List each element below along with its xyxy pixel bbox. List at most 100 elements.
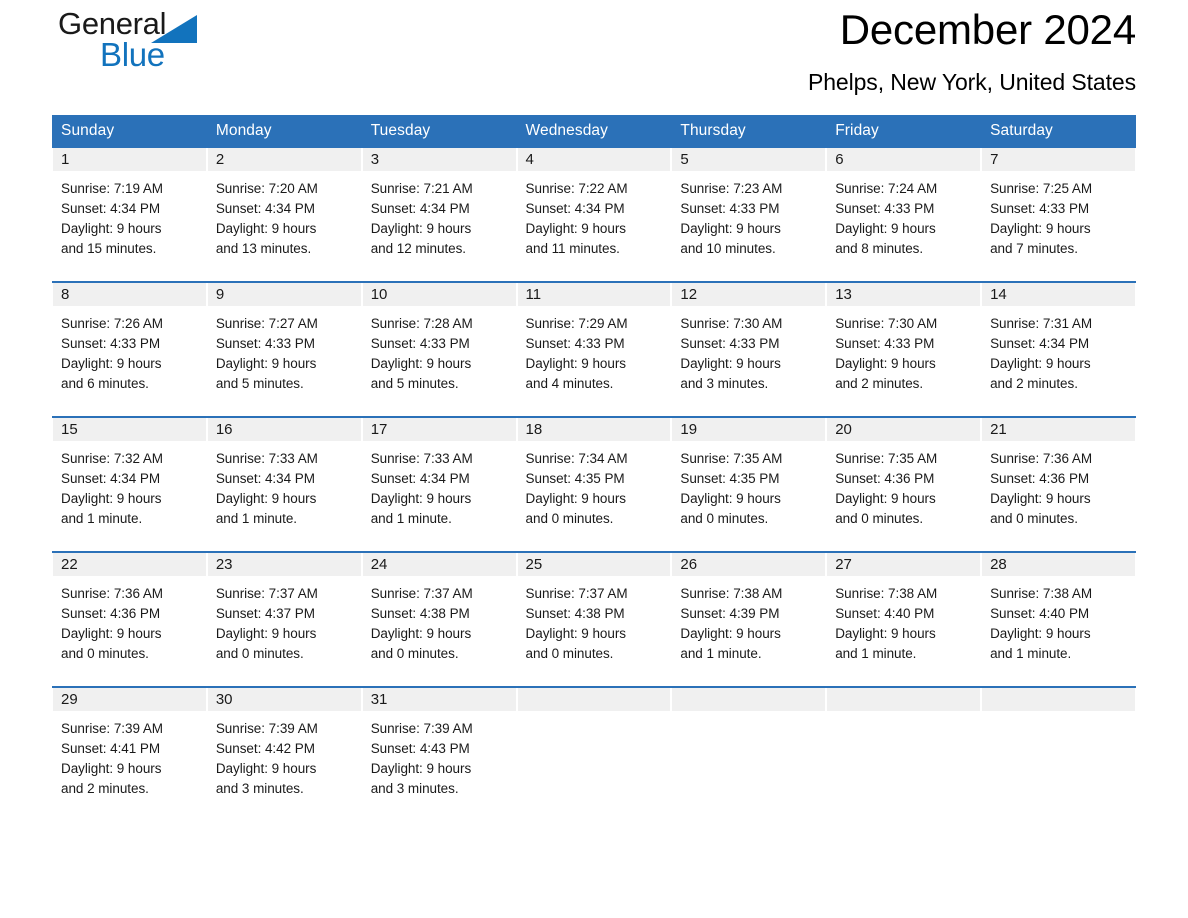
calendar-day-cell[interactable]: 27 Sunrise: 7:38 AM Sunset: 4:40 PM Dayligh… xyxy=(826,551,982,687)
sunrise-time: Sunrise: 7:38 AM xyxy=(680,586,783,601)
sunrise-time: Sunrise: 7:31 AM xyxy=(990,316,1093,331)
calendar-day-cell[interactable]: 24 Sunrise: 7:37 AM Sunset: 4:38 PM Dayligh… xyxy=(361,551,517,687)
day-number: 12 xyxy=(680,286,698,303)
column-separator xyxy=(981,148,983,171)
column-separator xyxy=(52,418,53,441)
calendar-day-cell[interactable]: 11 Sunrise: 7:29 AM Sunset: 4:33 PM Dayligh… xyxy=(516,281,672,417)
calendar-day-cell[interactable]: 22 Sunrise: 7:36 AM Sunset: 4:36 PM Dayligh… xyxy=(52,551,207,687)
daylight-duration-line-1: Daylight: 9 hours xyxy=(61,626,162,641)
daylight-duration-line-1: Daylight: 9 hours xyxy=(525,356,627,371)
calendar-day-cell[interactable]: 8 Sunrise: 7:26 AM Sunset: 4:33 PM Daylight… xyxy=(52,281,207,417)
calendar-cell-inner: 3 Sunrise: 7:21 AM Sunset: 4:34 PM Daylight… xyxy=(361,148,517,281)
calendar-cell-inner: 16 Sunrise: 7:33 AM Sunset: 4:34 PM Dayligh… xyxy=(206,418,362,551)
calendar-cell-empty xyxy=(671,686,827,821)
calendar-day-cell[interactable]: 15 Sunrise: 7:32 AM Sunset: 4:34 PM Dayligh… xyxy=(52,416,207,552)
day-details: Sunrise: 7:37 AM Sunset: 4:38 PM Daylight:… xyxy=(517,576,672,664)
day-details: Sunrise: 7:36 AM Sunset: 4:36 PM Daylight:… xyxy=(52,576,207,664)
calendar-day-cell[interactable]: 16 Sunrise: 7:33 AM Sunset: 4:34 PM Dayligh… xyxy=(206,416,362,552)
daylight-duration-line-2: and 0 minutes. xyxy=(835,511,924,526)
calendar-day-cell[interactable]: 25 Sunrise: 7:37 AM Sunset: 4:38 PM Dayligh… xyxy=(516,551,672,687)
calendar-day-cell[interactable]: 21 Sunrise: 7:36 AM Sunset: 4:36 PM Dayligh… xyxy=(981,416,1136,552)
calendar-day-cell[interactable]: 2 Sunrise: 7:20 AM Sunset: 4:34 PM Daylight… xyxy=(206,148,362,282)
day-number-strip: 12 xyxy=(671,283,827,306)
column-separator xyxy=(206,283,208,306)
sunrise-time: Sunrise: 7:25 AM xyxy=(990,181,1093,196)
calendar-cell-inner: 20 Sunrise: 7:35 AM Sunset: 4:36 PM Dayligh… xyxy=(826,418,982,551)
day-details: Sunrise: 7:39 AM Sunset: 4:41 PM Daylight:… xyxy=(52,711,207,799)
day-number-strip: 21 xyxy=(981,418,1136,441)
daylight-duration-line-1: Daylight: 9 hours xyxy=(990,626,1091,641)
general-blue-logo: General Blue xyxy=(52,7,212,79)
day-number-strip xyxy=(516,688,672,711)
title-block: December 2024 Phelps, New York, United S… xyxy=(808,0,1136,98)
calendar-day-cell[interactable]: 5 Sunrise: 7:23 AM Sunset: 4:33 PM Daylight… xyxy=(671,148,827,282)
sunrise-time: Sunrise: 7:37 AM xyxy=(525,586,628,601)
sunset-time: Sunset: 4:34 PM xyxy=(61,471,161,486)
calendar-cell-inner: 9 Sunrise: 7:27 AM Sunset: 4:33 PM Daylight… xyxy=(206,283,362,416)
daylight-duration-line-2: and 13 minutes. xyxy=(215,241,312,256)
sunrise-time: Sunrise: 7:35 AM xyxy=(835,451,938,466)
calendar-day-cell[interactable]: 17 Sunrise: 7:33 AM Sunset: 4:34 PM Dayligh… xyxy=(361,416,517,552)
day-number: 2 xyxy=(215,151,225,168)
calendar-day-cell[interactable]: 23 Sunrise: 7:37 AM Sunset: 4:37 PM Dayligh… xyxy=(206,551,362,687)
sunrise-time: Sunrise: 7:20 AM xyxy=(215,181,318,196)
calendar-day-cell[interactable]: 20 Sunrise: 7:35 AM Sunset: 4:36 PM Dayligh… xyxy=(826,416,982,552)
daylight-duration-line-1: Daylight: 9 hours xyxy=(525,491,627,506)
column-separator xyxy=(206,688,208,711)
day-details: Sunrise: 7:32 AM Sunset: 4:34 PM Daylight:… xyxy=(52,441,207,529)
calendar-day-cell[interactable]: 18 Sunrise: 7:34 AM Sunset: 4:35 PM Dayligh… xyxy=(516,416,672,552)
calendar-day-cell[interactable]: 7 Sunrise: 7:25 AM Sunset: 4:33 PM Daylight… xyxy=(981,148,1136,282)
calendar-day-cell[interactable]: 19 Sunrise: 7:35 AM Sunset: 4:35 PM Dayligh… xyxy=(671,416,827,552)
day-number: 23 xyxy=(215,556,233,573)
calendar-cell-inner: 11 Sunrise: 7:29 AM Sunset: 4:33 PM Dayligh… xyxy=(516,283,672,416)
calendar-cell-inner: 30 Sunrise: 7:39 AM Sunset: 4:42 PM Dayligh… xyxy=(206,688,362,821)
calendar-day-cell[interactable]: 28 Sunrise: 7:38 AM Sunset: 4:40 PM Dayligh… xyxy=(981,551,1136,687)
calendar-day-cell[interactable]: 14 Sunrise: 7:31 AM Sunset: 4:34 PM Dayligh… xyxy=(981,281,1136,417)
calendar-day-cell[interactable]: 3 Sunrise: 7:21 AM Sunset: 4:34 PM Daylight… xyxy=(361,148,517,282)
column-separator xyxy=(361,418,363,441)
day-details: Sunrise: 7:39 AM Sunset: 4:43 PM Daylight:… xyxy=(362,711,517,799)
day-number: 9 xyxy=(215,286,225,303)
day-number-strip: 4 xyxy=(516,148,672,171)
daylight-duration-line-1: Daylight: 9 hours xyxy=(61,356,162,371)
calendar-day-cell[interactable]: 6 Sunrise: 7:24 AM Sunset: 4:33 PM Daylight… xyxy=(826,148,982,282)
daylight-duration-line-2: and 6 minutes. xyxy=(61,376,149,391)
calendar-page: General Blue December 2024 Phelps, New Y… xyxy=(0,0,1188,918)
calendar-cell-inner: 18 Sunrise: 7:34 AM Sunset: 4:35 PM Dayligh… xyxy=(516,418,672,551)
column-separator xyxy=(361,553,363,576)
daylight-duration-line-2: and 3 minutes. xyxy=(215,781,304,796)
day-number: 20 xyxy=(835,421,852,438)
calendar-day-cell[interactable]: 30 Sunrise: 7:39 AM Sunset: 4:42 PM Dayligh… xyxy=(206,686,362,821)
calendar-day-cell[interactable]: 9 Sunrise: 7:27 AM Sunset: 4:33 PM Daylight… xyxy=(206,281,362,417)
day-header-wednesday: Wednesday xyxy=(516,115,672,148)
calendar-day-cell[interactable]: 12 Sunrise: 7:30 AM Sunset: 4:33 PM Dayligh… xyxy=(671,281,827,417)
day-number: 10 xyxy=(370,286,388,303)
day-number-strip: 15 xyxy=(52,418,207,441)
calendar-day-cell[interactable]: 1 Sunrise: 7:19 AM Sunset: 4:34 PM Daylight… xyxy=(52,148,207,282)
daylight-duration-line-1: Daylight: 9 hours xyxy=(990,356,1091,371)
calendar-day-cell[interactable]: 10 Sunrise: 7:28 AM Sunset: 4:33 PM Dayligh… xyxy=(361,281,517,417)
daylight-duration-line-1: Daylight: 9 hours xyxy=(215,491,317,506)
calendar-day-cell[interactable]: 26 Sunrise: 7:38 AM Sunset: 4:39 PM Dayligh… xyxy=(671,551,827,687)
calendar-day-cell[interactable]: 31 Sunrise: 7:39 AM Sunset: 4:43 PM Dayligh… xyxy=(361,686,517,821)
sunrise-time: Sunrise: 7:33 AM xyxy=(370,451,473,466)
calendar-day-cell[interactable]: 13 Sunrise: 7:30 AM Sunset: 4:33 PM Dayligh… xyxy=(826,281,982,417)
daylight-duration-line-1: Daylight: 9 hours xyxy=(990,221,1091,236)
calendar-week-row: 29 Sunrise: 7:39 AM Sunset: 4:41 PM Dayligh… xyxy=(52,686,1136,821)
calendar-cell-inner xyxy=(671,688,827,821)
daylight-duration-line-2: and 3 minutes. xyxy=(680,376,769,391)
calendar-cell-inner: 13 Sunrise: 7:30 AM Sunset: 4:33 PM Dayligh… xyxy=(826,283,982,416)
sunset-time: Sunset: 4:43 PM xyxy=(370,741,470,756)
sunrise-time: Sunrise: 7:38 AM xyxy=(990,586,1093,601)
calendar-cell-inner: 4 Sunrise: 7:22 AM Sunset: 4:34 PM Daylight… xyxy=(516,148,672,281)
daylight-duration-line-1: Daylight: 9 hours xyxy=(835,221,936,236)
day-of-week-header-row: Sunday Monday Tuesday Wednesday Thursday Frid… xyxy=(52,115,1136,148)
sunrise-time: Sunrise: 7:24 AM xyxy=(835,181,938,196)
calendar-day-cell[interactable]: 4 Sunrise: 7:22 AM Sunset: 4:34 PM Daylight… xyxy=(516,148,672,282)
day-details: Sunrise: 7:37 AM Sunset: 4:38 PM Daylight:… xyxy=(362,576,517,664)
page-header: General Blue December 2024 Phelps, New Y… xyxy=(52,0,1136,115)
column-separator xyxy=(826,418,828,441)
day-number: 1 xyxy=(61,151,70,168)
calendar-day-cell[interactable]: 29 Sunrise: 7:39 AM Sunset: 4:41 PM Dayligh… xyxy=(52,686,207,821)
daylight-duration-line-1: Daylight: 9 hours xyxy=(215,761,317,776)
